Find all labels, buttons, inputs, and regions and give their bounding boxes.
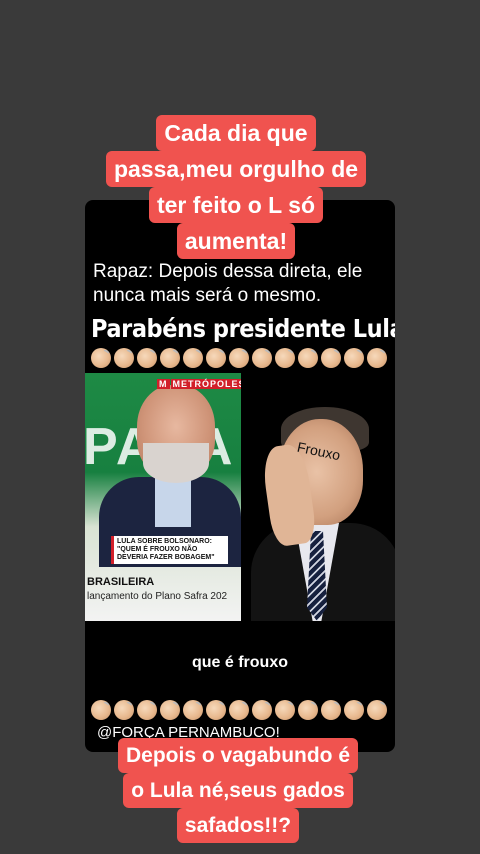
subtitle-line-2: nunca mais será o mesmo. xyxy=(93,285,322,306)
clapping-hands-icon xyxy=(91,700,111,720)
clapping-hands-icon xyxy=(275,348,295,368)
post-headline: Parabéns presidente Lula! xyxy=(91,314,395,343)
clapping-hands-icon xyxy=(252,348,272,368)
clapping-hands-icon xyxy=(252,700,272,720)
spoken-caption: que é frouxo xyxy=(191,654,288,671)
bottom-caption-line-1: Depois o vagabundo é xyxy=(117,738,359,773)
top-caption-line-4: aumenta! xyxy=(176,223,296,259)
story-card: Rapaz: Depois dessa direta, ele nunca ma… xyxy=(85,200,395,752)
news-caption-box: LULA SOBRE BOLSONARO: "QUEM É FROUXO NÃO… xyxy=(111,536,228,564)
lula-beard xyxy=(143,443,209,483)
metropoles-logo: M METRÓPOLES xyxy=(157,379,241,389)
clapping-hands-icon xyxy=(367,348,387,368)
clapping-hands-icon xyxy=(183,348,203,368)
top-caption-line-2: passa,meu orgulho de xyxy=(105,151,367,187)
clapping-hands-icon xyxy=(321,700,341,720)
clapping-hands-icon xyxy=(321,348,341,368)
lower-third-bold: BRASILEIRA xyxy=(87,576,155,588)
clapping-hands-icon xyxy=(344,348,364,368)
lula-shirt xyxy=(155,477,191,527)
clapping-hands-icon xyxy=(229,348,249,368)
clap-emoji-row-bottom xyxy=(91,700,391,720)
news-caption-line-2: "QUEM É FROUXO NÃO xyxy=(117,546,198,553)
post-subtitle: Rapaz: Depois dessa direta, ele nunca ma… xyxy=(93,260,393,308)
clapping-hands-icon xyxy=(91,348,111,368)
clapping-hands-icon xyxy=(137,700,157,720)
clapping-hands-icon xyxy=(206,348,226,368)
clapping-hands-icon xyxy=(229,700,249,720)
clapping-hands-icon xyxy=(114,348,134,368)
subtitle-line-1: Rapaz: Depois dessa direta, ele xyxy=(93,261,363,282)
bolsonaro-photo: Frouxo xyxy=(241,373,395,621)
bottom-caption[interactable]: Depois o vagabundo é o Lula né,seus gado… xyxy=(98,738,378,843)
clap-emoji-row-top xyxy=(91,348,391,368)
clapping-hands-icon xyxy=(298,700,318,720)
clapping-hands-icon xyxy=(160,700,180,720)
clapping-hands-icon xyxy=(183,700,203,720)
clapping-hands-icon xyxy=(344,700,364,720)
clapping-hands-icon xyxy=(114,700,134,720)
news-caption-line-3: DEVERIA FAZER BOBAGEM" xyxy=(117,554,215,561)
top-caption-line-1: Cada dia que xyxy=(156,115,316,151)
bottom-caption-line-3: safados!!? xyxy=(176,808,300,843)
lula-photo: PARA MMETRÓPOLES LULA SOBRE BOLSONARO: "… xyxy=(85,373,241,621)
clapping-hands-icon xyxy=(367,700,387,720)
clapping-hands-icon xyxy=(275,700,295,720)
lower-third-text: lançamento do Plano Safra 202 xyxy=(87,591,228,602)
clapping-hands-icon xyxy=(206,700,226,720)
clapping-hands-icon xyxy=(137,348,157,368)
clapping-hands-icon xyxy=(298,348,318,368)
top-caption[interactable]: Cada dia que passa,meu orgulho de ter fe… xyxy=(96,115,376,259)
clapping-hands-icon xyxy=(160,348,180,368)
news-caption-line-1: LULA SOBRE BOLSONARO: xyxy=(117,538,213,545)
top-caption-line-3: ter feito o L só xyxy=(148,187,324,223)
bottom-caption-line-2: o Lula né,seus gados xyxy=(123,773,353,808)
